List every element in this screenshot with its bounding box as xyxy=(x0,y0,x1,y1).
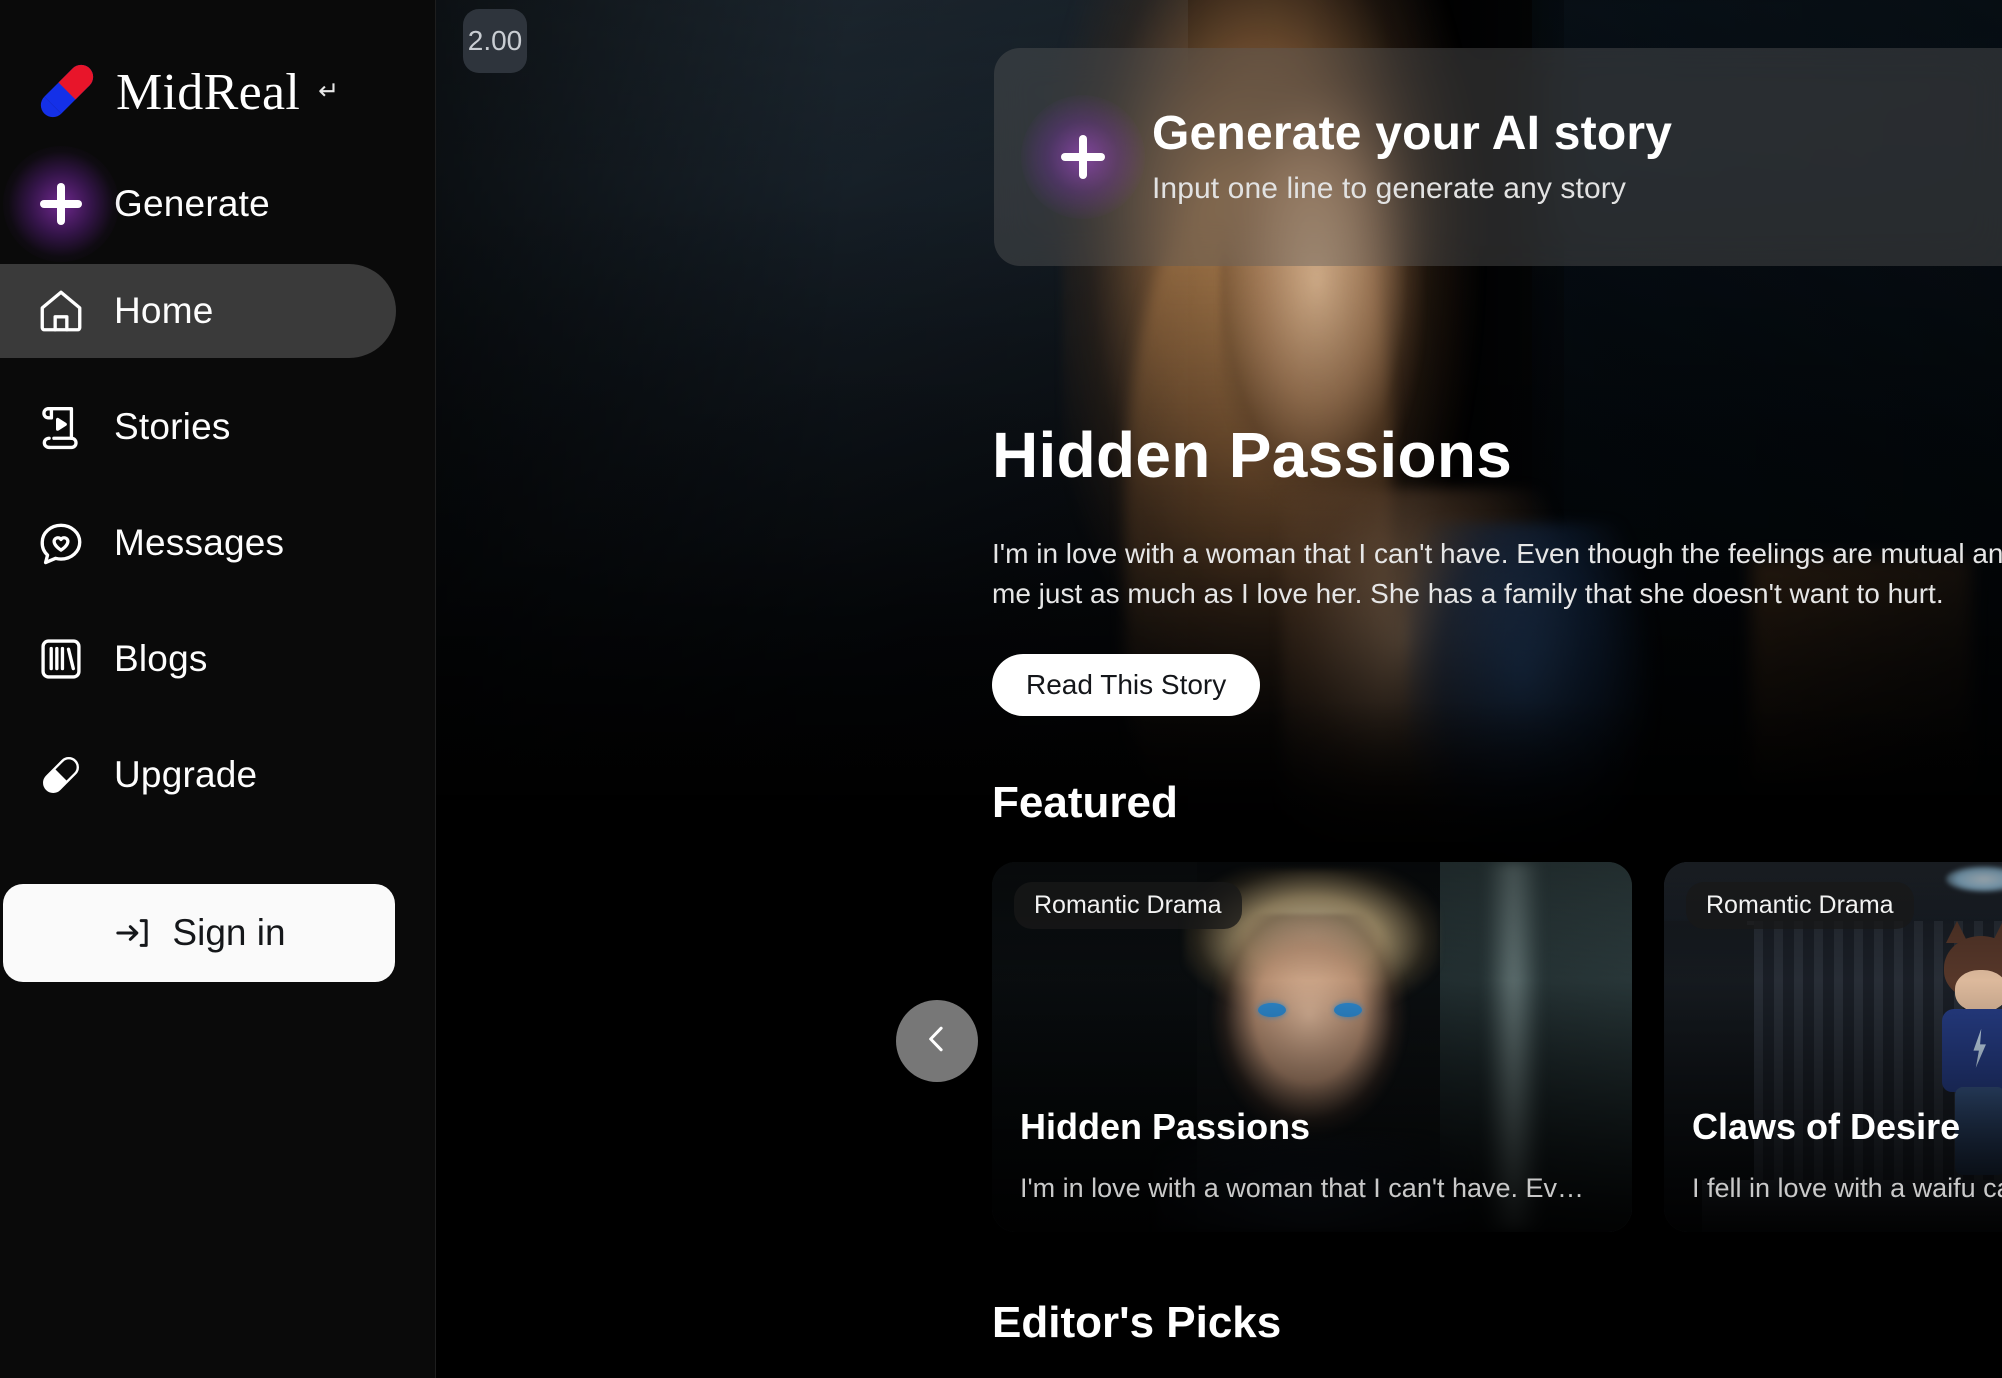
pill-icon xyxy=(34,748,88,802)
sidebar-item-messages[interactable]: Messages xyxy=(0,496,435,590)
sidebar-item-label: Blogs xyxy=(114,638,208,679)
brand-logo[interactable]: MidReal ↵ xyxy=(0,36,435,132)
login-arrow-icon xyxy=(112,913,152,953)
plus-icon xyxy=(1054,128,1112,186)
plus-icon xyxy=(34,177,88,231)
story-card[interactable]: Romantic Drama Claws of Desire I fell in… xyxy=(1664,862,2002,1232)
generate-story-card[interactable]: Generate your AI story Input one line to… xyxy=(994,48,2002,266)
story-card-description: I'm in love with a woman that I can't ha… xyxy=(1020,1173,1585,1203)
credits-badge[interactable]: 2.00 xyxy=(463,9,527,73)
generate-card-title: Generate your AI story xyxy=(1152,106,1673,160)
chat-heart-icon xyxy=(34,516,88,570)
featured-carousel: Romantic Drama Hidden Passions I'm in lo… xyxy=(992,862,2002,1232)
editors-picks-section-title: Editor's Picks xyxy=(992,1298,1282,1347)
sidebar-item-home[interactable]: Home xyxy=(0,264,396,358)
chevron-left-icon xyxy=(918,1020,956,1063)
hero-title: Hidden Passions xyxy=(992,419,1513,491)
brand-name: MidReal xyxy=(116,64,301,121)
story-card-title: Claws of Desire xyxy=(1692,1106,1961,1147)
main-content: 2.00 Generate your AI story Input one li… xyxy=(436,0,2002,1378)
sidebar-item-label: Generate xyxy=(114,183,270,224)
sidebar-item-generate[interactable]: Generate xyxy=(0,162,435,246)
genre-badge: Romantic Drama xyxy=(1014,882,1242,929)
story-card-description: I fell in love with a waifu catgirl and … xyxy=(1692,1173,2002,1203)
sidebar: MidReal ↵ Generate Home Stories Messages… xyxy=(0,0,436,1378)
sidebar-item-label: Stories xyxy=(114,406,231,447)
sign-in-label: Sign in xyxy=(172,912,286,953)
genre-badge: Romantic Drama xyxy=(1686,882,1914,929)
sidebar-item-label: Upgrade xyxy=(114,754,258,795)
read-this-story-button[interactable]: Read This Story xyxy=(992,653,1261,716)
story-card[interactable]: Romantic Drama Hidden Passions I'm in lo… xyxy=(992,862,1632,1232)
hero-section: Hidden Passions I'm in love with a woman… xyxy=(992,418,2002,716)
hero-description: I'm in love with a woman that I can't ha… xyxy=(992,538,2002,609)
carousel-prev-button[interactable] xyxy=(896,1000,978,1082)
sidebar-item-upgrade[interactable]: Upgrade xyxy=(0,728,435,822)
featured-section-title: Featured xyxy=(992,778,1178,827)
app-root: MidReal ↵ Generate Home Stories Messages… xyxy=(0,0,2002,1378)
pill-logo-icon xyxy=(34,58,100,124)
generate-card-subtitle: Input one line to generate any story xyxy=(1152,172,1626,206)
story-card-title: Hidden Passions xyxy=(1020,1106,1311,1147)
home-icon xyxy=(34,284,88,338)
sidebar-item-blogs[interactable]: Blogs xyxy=(0,612,435,706)
sidebar-item-stories[interactable]: Stories xyxy=(0,380,435,474)
sidebar-nav: Generate Home Stories Messages Blogs Upg… xyxy=(0,162,435,822)
sidebar-item-label: Home xyxy=(114,290,214,331)
sign-in-button[interactable]: Sign in xyxy=(3,884,395,982)
return-glyph-icon: ↵ xyxy=(318,77,340,105)
sidebar-item-label: Messages xyxy=(114,522,285,563)
scroll-play-icon xyxy=(34,400,88,454)
books-icon xyxy=(34,632,88,686)
